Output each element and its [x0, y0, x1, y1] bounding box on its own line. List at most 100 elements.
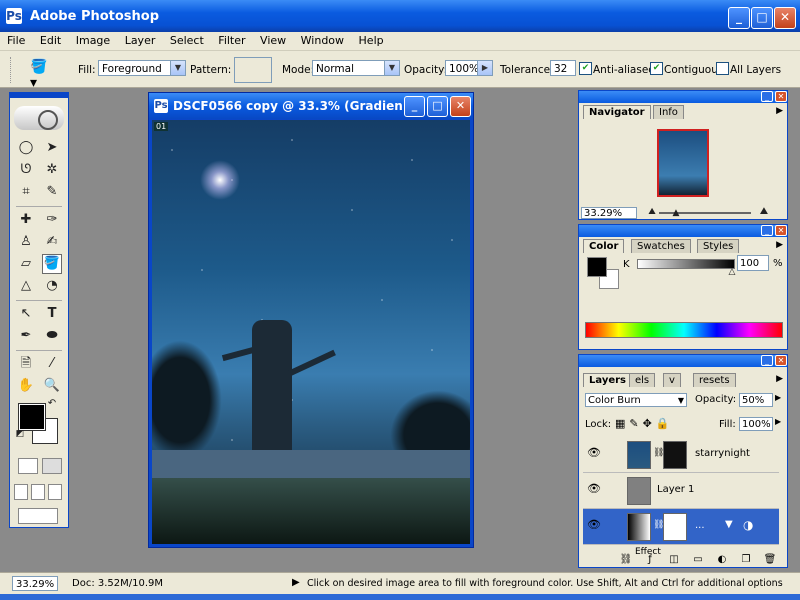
menu-view[interactable]: View [256, 32, 290, 49]
navigator-zoom-field[interactable]: 33.29% [581, 207, 637, 219]
tab-styles[interactable]: Styles [697, 239, 740, 253]
zoom-out-icon[interactable]: ⛰ [645, 205, 659, 219]
menu-help[interactable]: Help [355, 32, 388, 49]
notes-tool-icon[interactable]: 🗎 [16, 354, 36, 374]
foreground-color-swatch[interactable] [18, 403, 46, 431]
k-slider-thumb-icon[interactable]: △ [727, 267, 737, 277]
color-spectrum-ramp[interactable] [585, 322, 783, 338]
tab-info[interactable]: Info [653, 105, 684, 119]
menu-layer[interactable]: Layer [121, 32, 160, 49]
document-maximize-button[interactable]: □ [427, 96, 448, 117]
k-slider[interactable] [637, 259, 735, 269]
contiguous-checkbox[interactable]: ✔ [650, 62, 663, 75]
screen-mode-full-button[interactable] [48, 484, 62, 500]
eye-icon[interactable]: 👁 [587, 447, 601, 459]
effects-expand-icon[interactable]: ▼ [725, 519, 733, 530]
tab-swatches[interactable]: Swatches [631, 239, 691, 253]
status-menu-arrow-icon[interactable]: ▶ [292, 577, 300, 588]
panel-minimize-button[interactable]: _ [761, 355, 773, 366]
standard-mode-button[interactable] [18, 458, 38, 474]
default-colors-icon[interactable]: ◩ [14, 428, 26, 440]
panel-menu-arrow-icon[interactable]: ▶ [776, 240, 783, 250]
tolerance-field[interactable]: 32 [550, 60, 576, 76]
menu-select[interactable]: Select [166, 32, 208, 49]
panel-close-button[interactable]: ✕ [775, 225, 787, 236]
paint-bucket-tool-icon[interactable]: 🪣 [42, 254, 62, 274]
quick-mask-mode-button[interactable] [42, 458, 62, 474]
image-canvas[interactable]: 01 [152, 120, 470, 544]
close-button[interactable]: ✕ [774, 7, 796, 29]
link-layers-icon[interactable]: ⛓ [619, 553, 633, 567]
tab-color[interactable]: Color [583, 239, 625, 253]
eye-icon[interactable]: 👁 [587, 483, 601, 495]
panel-menu-arrow-icon[interactable]: ▶ [776, 106, 783, 116]
lasso-tool-icon[interactable]: ᘎ [16, 160, 36, 180]
document-minimize-button[interactable]: _ [404, 96, 425, 117]
fill-select[interactable]: Foreground ▼ [98, 60, 186, 76]
new-layer-icon[interactable]: ❐ [739, 553, 753, 567]
panel-close-button[interactable]: ✕ [775, 91, 787, 102]
elliptical-marquee-tool-icon[interactable]: ◯ [16, 138, 36, 158]
document-close-button[interactable]: ✕ [450, 96, 471, 117]
new-adjustment-layer-icon[interactable]: ◐ [715, 553, 729, 567]
tab-tool-presets[interactable]: resets [693, 373, 736, 387]
lock-options-icons[interactable]: ▦✎✥🔒 [615, 417, 674, 430]
panel-close-button[interactable]: ✕ [775, 355, 787, 366]
menu-file[interactable]: File [3, 32, 29, 49]
hand-tool-icon[interactable]: ✋ [16, 376, 36, 396]
all-layers-checkbox[interactable] [716, 62, 729, 75]
dodge-tool-icon[interactable]: ◔ [42, 276, 62, 296]
options-grip[interactable] [10, 57, 14, 83]
document-titlebar[interactable]: Ps DSCF0566 copy @ 33.3% (Gradien... _ □… [149, 93, 473, 119]
zoom-tool-icon[interactable]: 🔍 [42, 376, 62, 396]
trash-icon[interactable]: 🗑 [763, 553, 777, 567]
blur-tool-icon[interactable]: △ [16, 276, 36, 296]
antialiased-checkbox[interactable]: ✔ [579, 62, 592, 75]
brush-tool-icon[interactable]: ✑ [42, 210, 62, 230]
layer-fill-field[interactable]: 100% [739, 417, 773, 431]
tab-channels[interactable]: els [629, 373, 656, 387]
fill-arrow-icon[interactable]: ▶ [775, 417, 781, 426]
photoshop-eye-logo[interactable] [14, 106, 64, 130]
menu-image[interactable]: Image [72, 32, 114, 49]
swap-colors-icon[interactable]: ↶ [46, 398, 58, 410]
mode-select[interactable]: Normal ▼ [312, 60, 400, 76]
eye-icon[interactable]: 👁 [587, 519, 601, 531]
eyedropper-tool-icon[interactable]: ⁄ [42, 354, 62, 374]
tab-navigator[interactable]: Navigator [583, 105, 651, 119]
opacity-field[interactable]: 100% ▶ [445, 60, 493, 76]
panel-menu-arrow-icon[interactable]: ▶ [776, 374, 783, 384]
panel-minimize-button[interactable]: _ [761, 91, 773, 102]
layer-row-starrynight[interactable]: 👁 ⛓ starrynight [583, 437, 779, 473]
minimize-button[interactable]: _ [728, 7, 750, 29]
ellipse-shape-tool-icon[interactable]: ⬬ [42, 326, 62, 346]
clone-stamp-tool-icon[interactable]: ♙ [16, 232, 36, 252]
menu-edit[interactable]: Edit [36, 32, 65, 49]
crop-tool-icon[interactable]: ⌗ [16, 182, 36, 202]
pattern-picker[interactable] [234, 57, 272, 83]
menu-window[interactable]: Window [297, 32, 348, 49]
healing-brush-tool-icon[interactable]: ✚ [16, 210, 36, 230]
paint-bucket-preset-icon[interactable]: 🪣▾ [30, 59, 52, 91]
magic-wand-tool-icon[interactable]: ✲ [42, 160, 62, 180]
layer-effects-icon[interactable]: ◑ [743, 518, 753, 532]
tab-paths[interactable]: v [663, 373, 681, 387]
maximize-button[interactable]: □ [751, 7, 773, 29]
layer-opacity-field[interactable]: 50% [739, 393, 773, 407]
chevron-right-icon[interactable]: ▶ [477, 61, 492, 75]
layer-row-gradient-selected[interactable]: 👁 ⛓ ... ▼ ◑ [583, 509, 779, 545]
slice-tool-icon[interactable]: ✎ [42, 182, 62, 202]
color-foreground-swatch[interactable] [587, 257, 607, 277]
add-style-icon[interactable]: ƒ [643, 553, 657, 567]
path-selection-tool-icon[interactable]: ↖ [16, 304, 36, 324]
navigator-thumbnail[interactable] [657, 129, 709, 197]
jump-to-imageready-button[interactable] [18, 508, 58, 524]
new-group-icon[interactable]: ▭ [691, 553, 705, 567]
opacity-arrow-icon[interactable]: ▶ [775, 393, 781, 402]
history-brush-tool-icon[interactable]: ✍ [42, 232, 62, 252]
layers-panel-titlebar[interactable]: _ ✕ [579, 355, 787, 367]
k-value-field[interactable]: 100 [737, 255, 769, 271]
slider-thumb-icon[interactable]: ▲ [671, 208, 681, 218]
eraser-tool-icon[interactable]: ▱ [16, 254, 36, 274]
zoom-in-icon[interactable]: ⛰ [755, 205, 773, 219]
